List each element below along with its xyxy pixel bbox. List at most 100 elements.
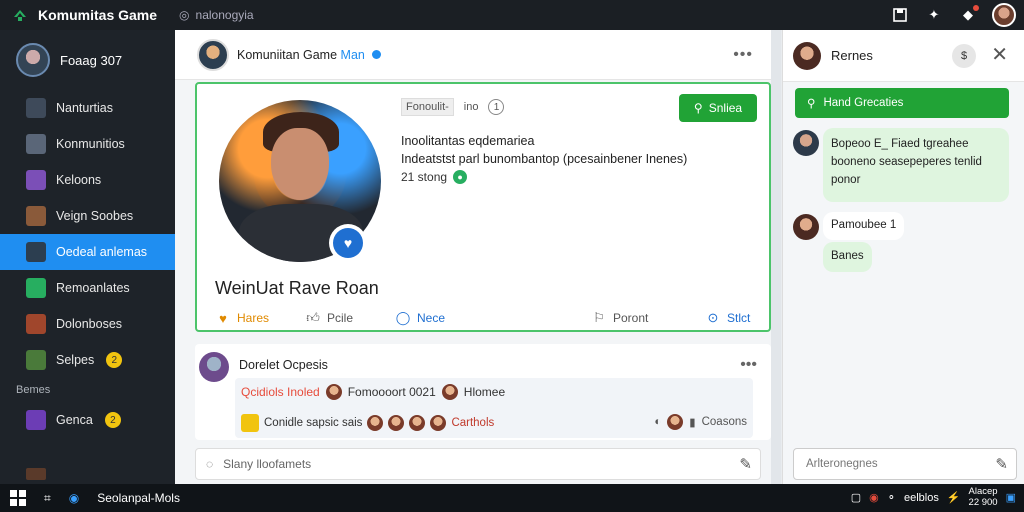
- post2-row2-right-label[interactable]: Coasons: [702, 416, 747, 428]
- chat-message-1: Bopeoo E_ Fiaed tgreahee booneno seasepe…: [823, 128, 1009, 202]
- online-icon: ●: [453, 170, 468, 184]
- taskbar-app-label: Seolanpal-Mols: [97, 491, 180, 505]
- taskbar: ⌗ ◉ Seolanpal-Mols ▢ ◉ ⚬ eelblos ⚡ Alace…: [0, 484, 1024, 512]
- notification-center-icon[interactable]: ▣: [1006, 491, 1016, 504]
- sidebar-item-4[interactable]: Oedeal anlemas: [0, 234, 175, 270]
- mini-avatar-icon: [441, 384, 458, 400]
- game-icon: [26, 410, 46, 430]
- join-button[interactable]: ⚲ Snliea: [679, 94, 757, 122]
- sidebar-item-7[interactable]: Selpes 2: [0, 342, 175, 378]
- more-options-icon[interactable]: •••: [733, 46, 753, 64]
- post2-row-1: Qcidiols Inoled Fomoooort 0021 Hlomee: [241, 384, 505, 400]
- sidebar-item-5[interactable]: Remoanlates: [0, 270, 175, 306]
- game-icon: [26, 350, 46, 370]
- action-profile[interactable]: 👍︎ Pcile: [305, 310, 353, 326]
- reaction-icon[interactable]: ◐: [654, 416, 661, 428]
- post-line-1: Inoolitantas eqdemariea: [401, 134, 535, 148]
- logo-icon[interactable]: [10, 5, 30, 25]
- flag-icon: ⚐: [593, 310, 605, 325]
- browser-icon[interactable]: ◉: [69, 491, 79, 505]
- post-tag[interactable]: Fonoulit-: [401, 98, 454, 116]
- action-likes[interactable]: ♥ Hares: [215, 310, 269, 326]
- sidebar-badge: 2: [104, 412, 121, 428]
- sidebar-item-label: Veign Soobes: [56, 209, 134, 223]
- mini-avatar-icon: [667, 414, 684, 430]
- sidebar-item-label: Keloons: [56, 173, 102, 187]
- author-sub[interactable]: Man: [341, 48, 365, 62]
- second-post: Dorelet Ocpesis ••• Qcidiols Inoled Fomo…: [195, 344, 771, 440]
- chat-input[interactable]: Arlteronegnes ✎: [793, 448, 1017, 480]
- puzzle-icon[interactable]: ✦: [924, 5, 944, 25]
- action-report-label: Poront: [613, 311, 649, 325]
- sidebar-item-label: Konmunitios: [56, 137, 125, 151]
- post-header: Komuniitan Game Man •••: [175, 30, 771, 80]
- shield-icon: ♥: [333, 228, 363, 258]
- pen-icon[interactable]: ✎: [995, 455, 1008, 473]
- bookmark-icon[interactable]: ▮: [689, 415, 695, 429]
- post2-content: Qcidiols Inoled Fomoooort 0021 Hlomee Co…: [235, 378, 753, 438]
- taskview-icon[interactable]: ⌗: [44, 491, 51, 506]
- windows-icon[interactable]: [10, 490, 26, 506]
- taskbar-app[interactable]: Seolanpal-Mols: [97, 491, 180, 505]
- notifications-icon[interactable]: ◆: [958, 5, 979, 25]
- close-icon[interactable]: ✕: [991, 42, 1008, 67]
- action-comment[interactable]: ◯ Nece: [395, 310, 445, 326]
- profile-avatar: [16, 43, 50, 77]
- tray-record-icon[interactable]: ◉: [869, 491, 879, 504]
- message-avatar[interactable]: [793, 130, 819, 156]
- search-field[interactable]: ◎ nalonogyia: [179, 8, 254, 22]
- comment-icon: ◌: [206, 457, 214, 471]
- verified-icon: [372, 49, 382, 59]
- post-line-2: Indeatstst parl bunombantop (pcesainbene…: [401, 152, 688, 166]
- mini-avatar-icon: [409, 415, 426, 431]
- search-icon: ⚲: [807, 98, 816, 110]
- feed-scrollbar[interactable]: [771, 30, 781, 484]
- chat-panel: Rernes $ ✕ ⚲ Hand Grecaties Bopeoo E_ Fi…: [782, 30, 1024, 484]
- info-icon[interactable]: $: [952, 44, 976, 68]
- clock-line-2: 22 900: [968, 496, 998, 508]
- clock[interactable]: Alacep 22 900: [968, 486, 998, 509]
- message-avatar[interactable]: [793, 214, 819, 240]
- share-icon: ⊙: [707, 310, 719, 325]
- thumbs-up-icon: 👍︎: [306, 310, 320, 325]
- message-1-title: Bopeoo E_ Fiaed tgreahee: [831, 138, 969, 150]
- action-report[interactable]: ⚐ Poront: [591, 310, 648, 326]
- tag-count: 1: [488, 99, 505, 115]
- sidebar-item-6[interactable]: Dolonboses: [0, 306, 175, 342]
- post2-row1-red[interactable]: Qcidiols Inoled: [241, 385, 320, 399]
- tray-icon[interactable]: ▢: [851, 491, 861, 504]
- post-tag-extra: ino: [463, 101, 479, 113]
- tools-icon: [26, 134, 46, 154]
- author-name[interactable]: Komuniitan Game: [237, 48, 337, 62]
- post-tag-row: Fonoulit- ino 1: [401, 98, 505, 116]
- network-icon[interactable]: ⚡: [947, 491, 961, 504]
- mini-avatar-icon: [430, 415, 447, 431]
- chat-avatar[interactable]: [793, 41, 821, 70]
- pen-icon[interactable]: ✎: [739, 455, 752, 473]
- action-share[interactable]: ⊙ Stlct: [705, 310, 751, 326]
- chat-title: Rernes: [831, 48, 873, 63]
- sidebar-badge: 2: [106, 352, 123, 368]
- sidebar-item-3[interactable]: Veign Soobes: [0, 198, 175, 234]
- sidebar-profile[interactable]: Foaag 307: [0, 30, 175, 90]
- comment-input[interactable]: ◌ Slany lloofamets ✎: [195, 448, 761, 480]
- post2-author[interactable]: Dorelet Ocpesis: [239, 358, 328, 372]
- chat-filter-button[interactable]: ⚲ Hand Grecaties: [795, 88, 1009, 118]
- post2-row2-red[interactable]: Carthols: [451, 417, 494, 429]
- post2-row1-mid: Fomoooort 0021: [347, 385, 436, 399]
- author-avatar[interactable]: [197, 38, 229, 71]
- sidebar-item-0[interactable]: Nanturtias: [0, 90, 175, 126]
- save-icon[interactable]: [890, 5, 910, 25]
- tray-app-icon[interactable]: ⚬: [887, 491, 896, 504]
- tray-text: eelblos: [903, 491, 939, 504]
- more-options-icon[interactable]: •••: [740, 356, 757, 374]
- mini-avatar-icon: [367, 415, 384, 431]
- sidebar-bottom-icon[interactable]: [26, 468, 46, 480]
- profile-name: Foaag 307: [60, 52, 123, 68]
- post2-avatar[interactable]: [199, 352, 229, 382]
- post2-row2-right: ◐ ▮ Coasons: [654, 414, 747, 430]
- sidebar-item-0[interactable]: Genca 2: [0, 402, 175, 438]
- sidebar-item-1[interactable]: Konmunitios: [0, 126, 175, 162]
- avatar[interactable]: [992, 3, 1016, 27]
- sidebar-item-2[interactable]: Keloons: [0, 162, 175, 198]
